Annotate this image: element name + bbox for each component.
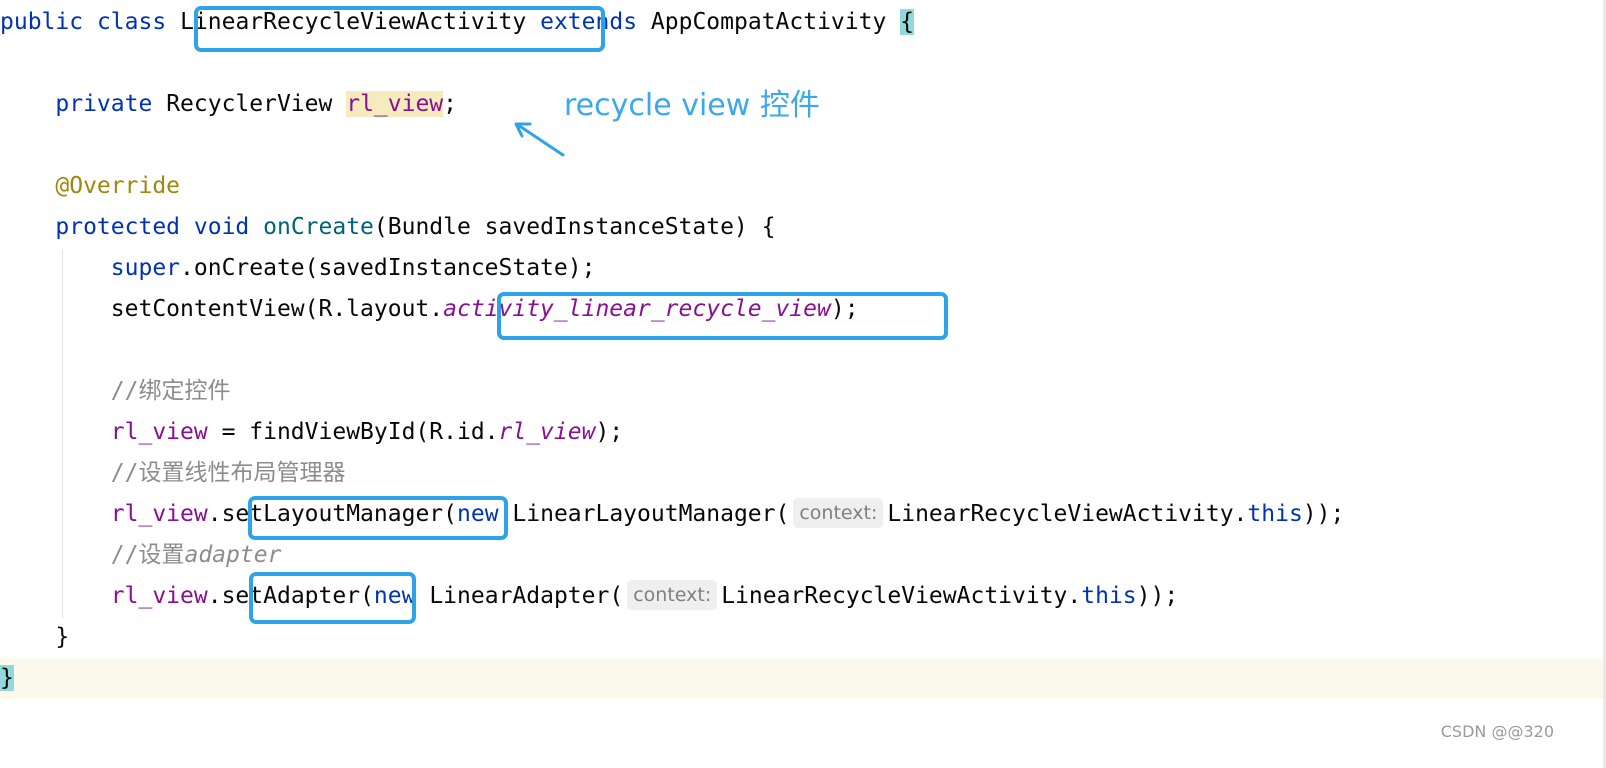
code-line-field-declaration: private RecyclerView rl_view;: [0, 84, 457, 125]
code-line-comment-adapter: //设置adapter: [0, 535, 282, 576]
code-line-find-view: rl_view = findViewById(R.id.rl_view);: [0, 412, 623, 453]
watermark: CSDN @@320: [1440, 722, 1554, 741]
code-line-comment-layout-manager: //设置线性布局管理器: [0, 453, 346, 494]
dot: .: [207, 583, 222, 609]
keyword-public: public: [0, 9, 84, 35]
activity-reference[interactable]: LinearRecycleViewActivity.: [721, 583, 1081, 609]
id-constant[interactable]: rl_view: [499, 419, 596, 445]
parameter-hint-context: context:: [627, 580, 718, 610]
code-line-method-close: }: [0, 617, 69, 658]
code-line-super-call: super.onCreate(savedInstanceState);: [0, 248, 596, 289]
comment-set-adapter-prefix: //设置: [110, 542, 185, 568]
override-annotation[interactable]: @Override: [55, 173, 180, 199]
comment-set-layout-manager: //设置线性布局管理器: [110, 460, 346, 486]
code-editor[interactable]: public class LinearRecycleViewActivity e…: [0, 0, 1606, 768]
dot: .: [207, 501, 222, 527]
linear-adapter-ctor[interactable]: LinearAdapter(: [429, 583, 623, 609]
code-line-set-adapter: rl_view.setAdapter(new LinearAdapter(con…: [0, 576, 1178, 617]
receiver-field[interactable]: rl_view: [111, 501, 208, 527]
callout-box-layout-constant: [497, 292, 948, 340]
callout-box-set-layout-manager: [248, 496, 508, 540]
call-close: ));: [1136, 583, 1179, 609]
code-line-set-layout-manager: rl_view.setLayoutManager(new LinearLayou…: [0, 494, 1344, 535]
call-close: ));: [1302, 501, 1345, 527]
current-line-highlight: [0, 658, 1603, 699]
comment-adapter-word: adapter: [184, 542, 282, 568]
class-open-brace: {: [900, 9, 915, 35]
code-line-comment-bind: //绑定控件: [0, 371, 231, 412]
method-params: (Bundle savedInstanceState) {: [373, 214, 776, 240]
field-type[interactable]: RecyclerView: [166, 91, 332, 117]
super-class-name[interactable]: AppCompatActivity: [651, 9, 886, 35]
code-line-class-close: }: [0, 658, 14, 699]
callout-box-class-name: [194, 6, 605, 52]
linear-layout-manager-ctor[interactable]: LinearLayoutManager(: [512, 501, 789, 527]
keyword-protected: protected: [55, 214, 181, 240]
find-view-call[interactable]: = findViewById(R.id.: [208, 419, 499, 445]
keyword-void: void: [193, 214, 250, 240]
keyword-class: class: [96, 9, 167, 35]
keyword-super: super: [110, 255, 181, 281]
semicolon: ;: [443, 91, 458, 117]
assign-target-field[interactable]: rl_view: [111, 419, 208, 445]
callout-box-set-adapter: [249, 572, 416, 624]
field-name[interactable]: rl_view: [346, 91, 444, 117]
keyword-this: this: [1081, 583, 1137, 609]
class-close-brace: }: [0, 665, 14, 691]
code-line-method-signature: protected void onCreate(Bundle savedInst…: [0, 207, 775, 248]
method-close-brace: }: [55, 624, 70, 650]
arrow-icon: [514, 122, 565, 157]
set-content-view-call[interactable]: setContentView(R.layout.: [111, 296, 443, 322]
method-name[interactable]: onCreate: [263, 214, 374, 240]
parameter-hint-context: context:: [793, 498, 884, 528]
comment-bind-control: //绑定控件: [110, 378, 231, 404]
code-line-annotation: @Override: [0, 166, 180, 207]
keyword-private: private: [55, 91, 153, 117]
annotation-note: recycle view 控件: [564, 88, 820, 123]
activity-reference[interactable]: LinearRecycleViewActivity.: [887, 501, 1247, 527]
call-close: );: [595, 419, 624, 445]
receiver-field[interactable]: rl_view: [111, 583, 208, 609]
super-oncreate-call: .onCreate(savedInstanceState);: [180, 255, 596, 281]
keyword-this: this: [1247, 501, 1303, 527]
